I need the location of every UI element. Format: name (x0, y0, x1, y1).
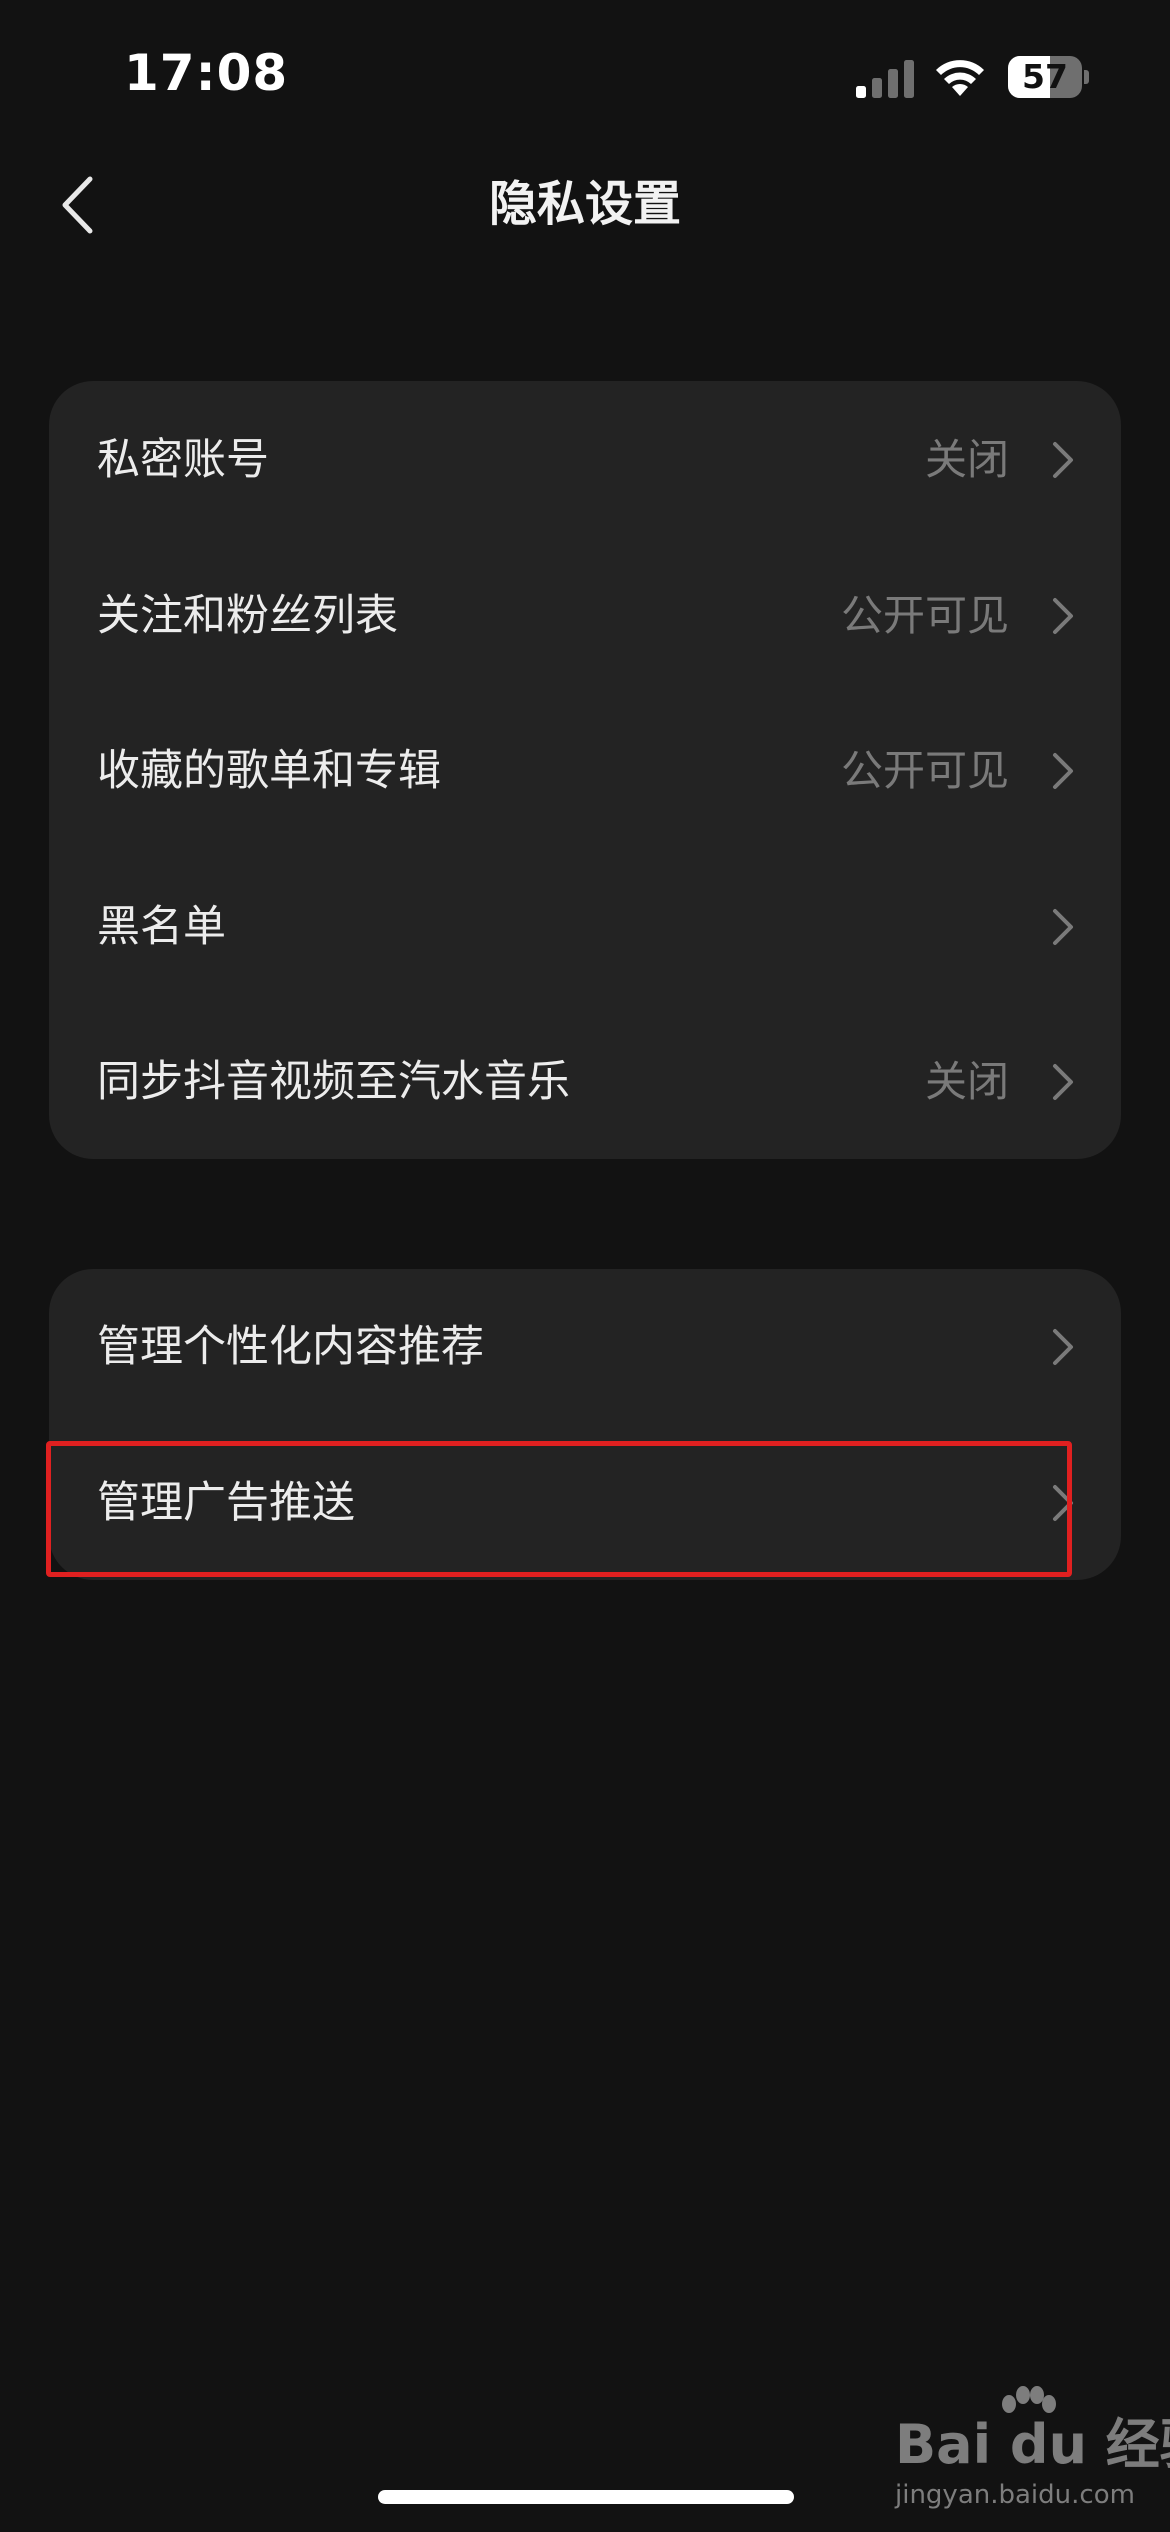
sync-douyin-videos-row[interactable]: 同步抖音视频至汽水音乐 关闭 (49, 1004, 1121, 1159)
row-value: 公开可见 (840, 591, 1009, 640)
row-value: 关闭 (924, 1057, 1009, 1106)
watermark-url: jingyan.baidu.com (895, 2480, 1135, 2510)
saved-playlists-albums-row[interactable]: 收藏的歌单和专辑 公开可见 (49, 693, 1121, 849)
row-label: 收藏的歌单和专辑 (97, 746, 441, 796)
chevron-right-icon (1053, 753, 1073, 789)
chevron-right-icon (1053, 1485, 1073, 1521)
manage-personalized-content-row[interactable]: 管理个性化内容推荐 (49, 1269, 1121, 1425)
chevron-right-icon (1053, 1064, 1073, 1100)
home-indicator[interactable] (378, 2490, 794, 2504)
chevron-right-icon (1053, 442, 1073, 478)
manage-ad-push-row[interactable]: 管理广告推送 (49, 1425, 1121, 1580)
chevron-right-icon (1053, 1329, 1073, 1365)
status-bar: 17:08 57 (0, 0, 1170, 150)
page-title: 隐私设置 (488, 176, 681, 232)
chevron-right-icon (1053, 598, 1073, 634)
wifi-icon (936, 60, 984, 96)
baidu-jingyan-watermark: Bai du 经验 jingyan.baidu.com (895, 2386, 1170, 2510)
row-label: 管理个性化内容推荐 (97, 1322, 484, 1372)
row-label: 关注和粉丝列表 (97, 591, 398, 641)
follow-fans-list-row[interactable]: 关注和粉丝列表 公开可见 (49, 538, 1121, 694)
chevron-right-icon (1053, 909, 1073, 945)
row-label: 同步抖音视频至汽水音乐 (97, 1057, 570, 1107)
battery-icon: 57 (1008, 56, 1089, 98)
battery-level: 57 (1022, 57, 1068, 96)
recommendation-settings-card: 管理个性化内容推荐 管理广告推送 (49, 1269, 1121, 1580)
status-time: 17:08 (124, 44, 289, 102)
row-label: 管理广告推送 (97, 1478, 355, 1528)
row-label: 私密账号 (97, 435, 269, 485)
row-value: 关闭 (924, 435, 1009, 484)
private-account-row[interactable]: 私密账号 关闭 (49, 382, 1121, 538)
row-value: 公开可见 (840, 746, 1009, 795)
privacy-settings-card: 私密账号 关闭 关注和粉丝列表 公开可见 收藏的歌单和专辑 公开可见 黑名单 同… (49, 381, 1121, 1159)
cellular-signal-icon (856, 60, 914, 98)
blacklist-row[interactable]: 黑名单 (49, 849, 1121, 1005)
paw-icon (1002, 2386, 1056, 2413)
row-label: 黑名单 (97, 902, 226, 952)
nav-bar: 隐私设置 (0, 150, 1170, 260)
